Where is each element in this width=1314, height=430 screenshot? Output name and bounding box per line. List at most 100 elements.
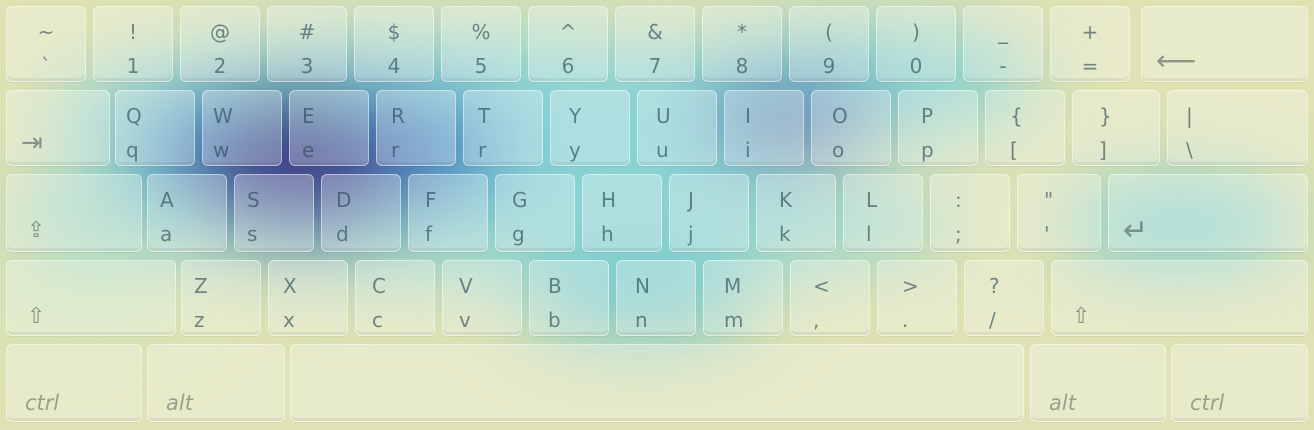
key-upper: & [647, 20, 663, 44]
key-2[interactable]: @2 [180, 6, 260, 82]
alt-label: alt [1049, 391, 1076, 415]
key-lower: = [1081, 54, 1099, 78]
key-e[interactable]: Ee [289, 90, 369, 166]
key-upper: L [866, 188, 878, 212]
key-lower: m [724, 308, 744, 332]
key-upper: > [902, 274, 919, 298]
key-lower: 7 [648, 54, 662, 78]
key-n[interactable]: Nn [616, 260, 696, 336]
key-upper: S [247, 188, 260, 212]
key-upper: $ [387, 20, 401, 44]
key-lower: k [779, 222, 791, 246]
enter-icon: ↵ [1123, 213, 1149, 248]
key-upper: ? [989, 274, 1000, 298]
key-enter[interactable]: ↵ [1108, 174, 1308, 252]
key-upper: % [471, 20, 491, 44]
backspace-icon: ⟵ [1156, 44, 1197, 77]
key-lower: v [459, 308, 471, 332]
key-lower: y [569, 138, 581, 162]
key-upper: ~ [37, 20, 55, 44]
key-z[interactable]: Zz [181, 260, 261, 336]
key-shift-left[interactable]: ⇧ [6, 260, 176, 336]
key-6[interactable]: ^ 6 [528, 6, 608, 82]
key-q[interactable]: Qq [115, 90, 195, 166]
key-h[interactable]: Hh [582, 174, 662, 252]
key-l[interactable]: Ll [843, 174, 923, 252]
key-lower: j [688, 222, 694, 246]
key-lower: r [478, 138, 487, 162]
key-upper: ^ [559, 20, 577, 44]
key-shift-right[interactable]: ⇧ [1051, 260, 1308, 336]
key-backtick[interactable]: ~ ` [6, 6, 86, 82]
key-upper: M [724, 274, 742, 298]
key-r[interactable]: Rr [376, 90, 456, 166]
key-upper: " [1044, 188, 1054, 212]
key-1[interactable]: ! 1 [93, 6, 173, 82]
key-7[interactable]: & 7 [615, 6, 695, 82]
key-c[interactable]: Cc [355, 260, 435, 336]
key-w[interactable]: Ww [202, 90, 282, 166]
key-backspace[interactable]: ⟵ [1141, 6, 1308, 82]
key-9[interactable]: (9 [789, 6, 869, 82]
key-upper: I [745, 104, 751, 128]
key-lower: [ [1010, 138, 1018, 162]
key-upper: U [656, 104, 671, 128]
key-alt-left[interactable]: alt [147, 344, 285, 422]
key-j[interactable]: Jj [669, 174, 749, 252]
key-lower: n [635, 308, 648, 332]
key-upper: C [372, 274, 386, 298]
key-quote[interactable]: " ' [1017, 174, 1101, 252]
key-space[interactable] [290, 344, 1024, 422]
key-upper: X [283, 274, 297, 298]
key-i[interactable]: Ii [724, 90, 804, 166]
key-period[interactable]: >. [877, 260, 957, 336]
key-ctrl-right[interactable]: ctrl [1171, 344, 1308, 422]
key-lower: 2 [213, 54, 227, 78]
key-lower: 8 [735, 54, 749, 78]
key-lower: o [832, 138, 845, 162]
key-y[interactable]: Yy [550, 90, 630, 166]
ctrl-label: ctrl [1190, 391, 1225, 415]
key-upper: B [548, 274, 562, 298]
key-slash[interactable]: ? / [964, 260, 1044, 336]
key-o[interactable]: Oo [811, 90, 891, 166]
key-d[interactable]: Dd [321, 174, 401, 252]
key-upper: N [635, 274, 650, 298]
key-upper: # [298, 20, 316, 44]
key-k[interactable]: Kk [756, 174, 836, 252]
key-upper: : [955, 188, 962, 212]
key-upper: < [813, 274, 830, 298]
key-alt-right[interactable]: alt [1030, 344, 1166, 422]
key-0[interactable]: ) 0 [876, 6, 956, 82]
key-8[interactable]: * 8 [702, 6, 782, 82]
key-s[interactable]: Ss [234, 174, 314, 252]
key-m[interactable]: Mm [703, 260, 783, 336]
key-upper: T [478, 104, 491, 128]
key-b[interactable]: Bb [529, 260, 609, 336]
key-5[interactable]: % 5 [441, 6, 521, 82]
key-tab[interactable]: ⇥ [6, 90, 110, 166]
key-comma[interactable]: <, [790, 260, 870, 336]
key-u[interactable]: Uu [637, 90, 717, 166]
shift-icon: ⇧ [1072, 304, 1091, 329]
key-equals[interactable]: + = [1050, 6, 1130, 82]
key-a[interactable]: Aa [147, 174, 227, 252]
key-bracket-right[interactable]: }] [1072, 90, 1160, 166]
key-x[interactable]: Xx [268, 260, 348, 336]
key-lower: z [194, 308, 205, 332]
key-4[interactable]: $4 [354, 6, 434, 82]
key-semicolon[interactable]: :; [930, 174, 1010, 252]
key-g[interactable]: Gg [495, 174, 575, 252]
key-caps-lock[interactable]: ⇪ [6, 174, 142, 252]
key-lower: q [126, 138, 139, 162]
key-t[interactable]: Tr [463, 90, 543, 166]
key-backslash[interactable]: | \ [1167, 90, 1308, 166]
key-3[interactable]: #3 [267, 6, 347, 82]
key-f[interactable]: Ff [408, 174, 488, 252]
key-minus[interactable]: _ - [963, 6, 1043, 82]
key-v[interactable]: Vv [442, 260, 522, 336]
key-upper: { [1010, 104, 1023, 128]
key-ctrl-left[interactable]: ctrl [6, 344, 142, 422]
key-bracket-left[interactable]: {[ [985, 90, 1065, 166]
key-p[interactable]: Pp [898, 90, 978, 166]
